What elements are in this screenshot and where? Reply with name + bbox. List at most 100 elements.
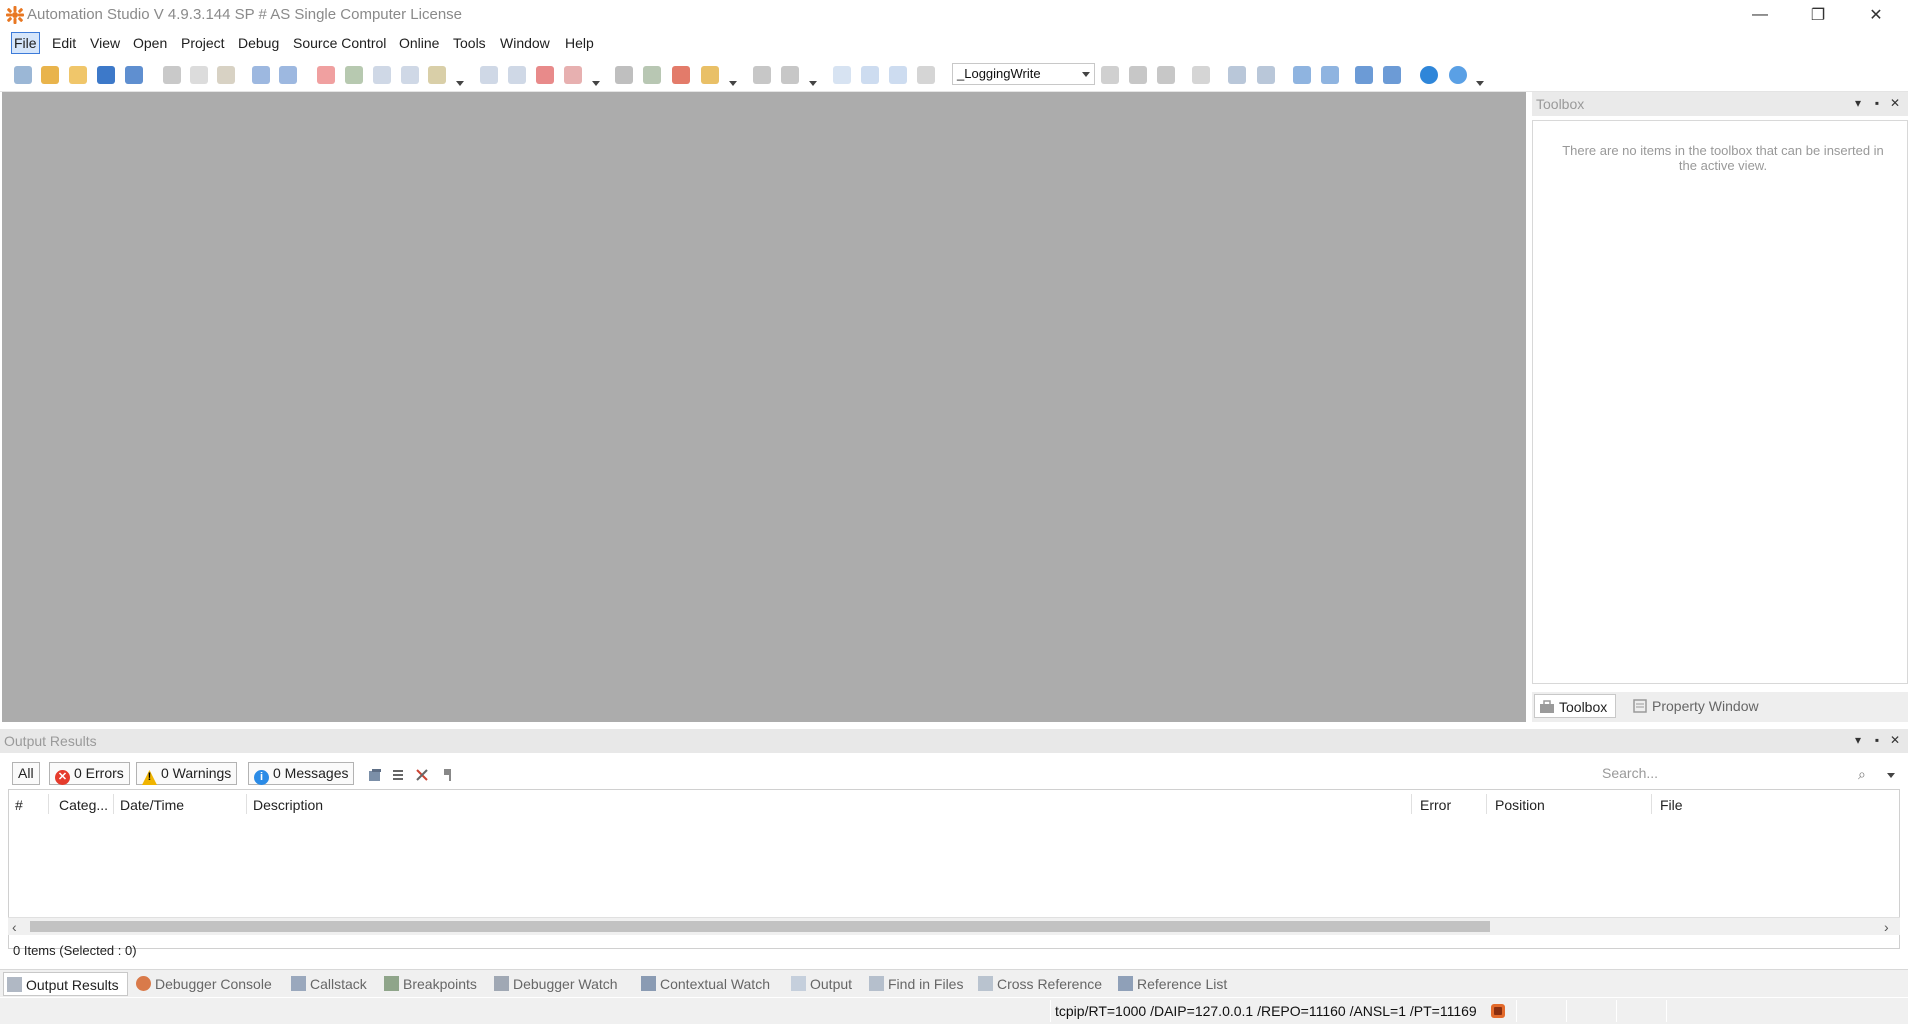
tab-output[interactable]: Output [788, 972, 852, 996]
warm-restart-icon[interactable] [701, 66, 719, 84]
tab-toolbox[interactable]: Toolbox [1534, 694, 1617, 718]
copy-icon[interactable] [190, 66, 208, 84]
menu-tools[interactable]: Tools [451, 32, 488, 54]
open-project-icon[interactable] [41, 66, 59, 84]
chevron-down-icon[interactable]: ▾ [1851, 96, 1865, 110]
tab-find-in-files[interactable]: Find in Files [866, 972, 963, 996]
globe-icon[interactable] [1420, 66, 1438, 84]
sort-desc-icon[interactable] [1228, 66, 1246, 84]
menu-file[interactable]: File [11, 32, 40, 54]
scrollbar-thumb[interactable] [30, 921, 1490, 932]
screens-icon[interactable] [889, 66, 907, 84]
connection-icon[interactable] [1488, 1001, 1508, 1021]
stop-build-icon[interactable] [536, 66, 554, 84]
menu-view[interactable]: View [88, 32, 122, 54]
close-icon[interactable]: ✕ [1888, 733, 1902, 747]
column-header-position[interactable]: Position [1495, 797, 1545, 813]
column-divider[interactable] [1651, 794, 1652, 814]
close-icon[interactable]: ✕ [1888, 96, 1902, 110]
toolbar-overflow-icon[interactable] [1476, 70, 1484, 86]
open-folder-icon[interactable] [69, 66, 87, 84]
toolbar-overflow-icon[interactable] [592, 70, 600, 86]
step-icon[interactable] [1129, 66, 1147, 84]
transfer-icon[interactable] [564, 66, 582, 84]
rebuild-icon[interactable] [508, 66, 526, 84]
close-screens-icon[interactable] [917, 66, 935, 84]
go-back-icon[interactable] [1101, 66, 1119, 84]
filter-messages-button[interactable]: i 0 Messages [248, 762, 355, 785]
paste-icon[interactable] [217, 66, 235, 84]
menu-project[interactable]: Project [179, 32, 227, 54]
column-header-category[interactable]: Categ... [59, 797, 108, 813]
help-icon[interactable] [1449, 66, 1467, 84]
maximize-button[interactable]: ❐ [1789, 0, 1847, 29]
menu-debug[interactable]: Debug [236, 32, 281, 54]
column-header-description[interactable]: Description [253, 797, 323, 813]
toolbar-overflow-icon[interactable] [809, 70, 817, 86]
chevron-down-icon[interactable]: ▾ [1851, 733, 1865, 747]
power-icon[interactable] [672, 66, 690, 84]
tab-debugger-watch[interactable]: Debugger Watch [491, 972, 618, 996]
move-up-icon[interactable] [1293, 66, 1311, 84]
output-search-input[interactable]: Search... [1602, 765, 1892, 785]
column-header-error[interactable]: Error [1420, 797, 1451, 813]
screen-icon[interactable] [861, 66, 879, 84]
tab-contextual-watch[interactable]: Contextual Watch [638, 972, 770, 996]
save-all-icon[interactable] [125, 66, 143, 84]
paragraph-icon[interactable] [440, 767, 456, 783]
connection-status[interactable]: tcpip/RT=1000 /DAIP=127.0.0.1 /REPO=1116… [1055, 1003, 1477, 1019]
filter-errors-button[interactable]: ✕ 0 Errors [49, 762, 130, 785]
horizontal-scrollbar[interactable]: ‹ › [8, 917, 1900, 935]
sort-asc-icon[interactable] [1257, 66, 1275, 84]
remove-icon[interactable] [1383, 66, 1401, 84]
insert-icon[interactable] [428, 66, 446, 84]
add-icon[interactable] [1355, 66, 1373, 84]
cut-icon[interactable] [163, 66, 181, 84]
chevron-right-icon[interactable]: › [1884, 919, 1889, 935]
tab-reference-list[interactable]: Reference List [1115, 972, 1227, 996]
new-project-icon[interactable] [14, 66, 32, 84]
tab-debugger-console[interactable]: Debugger Console [133, 972, 272, 996]
tab-output-results[interactable]: Output Results [3, 972, 128, 996]
search-icon[interactable]: ⌕ [1858, 766, 1866, 783]
column-divider[interactable] [1411, 794, 1412, 814]
pin-icon[interactable]: ▪ [1870, 733, 1884, 747]
chevron-down-icon[interactable] [1887, 773, 1895, 778]
column-header-file[interactable]: File [1660, 797, 1683, 813]
close-button[interactable]: ✕ [1847, 0, 1905, 29]
column-divider[interactable] [113, 794, 114, 814]
menu-window[interactable]: Window [498, 32, 552, 54]
move-down-icon[interactable] [1321, 66, 1339, 84]
configuration-select[interactable]: _LoggingWrite [952, 63, 1095, 85]
minimize-button[interactable]: — [1731, 0, 1789, 29]
online-icon[interactable] [643, 66, 661, 84]
filter-warnings-button[interactable]: ! 0 Warnings [136, 762, 238, 785]
tab-callstack[interactable]: Callstack [288, 972, 367, 996]
window-icon[interactable] [833, 66, 851, 84]
debug-settings-icon[interactable] [781, 66, 799, 84]
delete-icon[interactable] [317, 66, 335, 84]
column-header-number[interactable]: # [15, 797, 23, 813]
menu-help[interactable]: Help [563, 32, 596, 54]
clear-icon[interactable] [414, 767, 430, 783]
toolbar-overflow-icon[interactable] [729, 70, 737, 86]
tab-property-window[interactable]: Property Window [1628, 694, 1759, 718]
column-header-datetime[interactable]: Date/Time [120, 797, 184, 813]
column-divider[interactable] [1486, 794, 1487, 814]
filter-all-button[interactable]: All [12, 762, 40, 785]
export-icon[interactable] [367, 767, 383, 783]
editor-area[interactable] [2, 92, 1526, 722]
column-divider[interactable] [246, 794, 247, 814]
menu-open[interactable]: Open [131, 32, 169, 54]
undo-icon[interactable] [252, 66, 270, 84]
find-icon[interactable] [401, 66, 419, 84]
build-icon[interactable] [480, 66, 498, 84]
menu-source-control[interactable]: Source Control [291, 32, 388, 54]
refresh-icon[interactable] [345, 66, 363, 84]
pin-icon[interactable]: ▪ [1870, 96, 1884, 110]
toolbar-overflow-icon[interactable] [456, 70, 464, 86]
list-icon[interactable] [390, 767, 406, 783]
tab-cross-reference[interactable]: Cross Reference [975, 972, 1102, 996]
column-divider[interactable] [48, 794, 49, 814]
watch-icon[interactable] [1192, 66, 1210, 84]
